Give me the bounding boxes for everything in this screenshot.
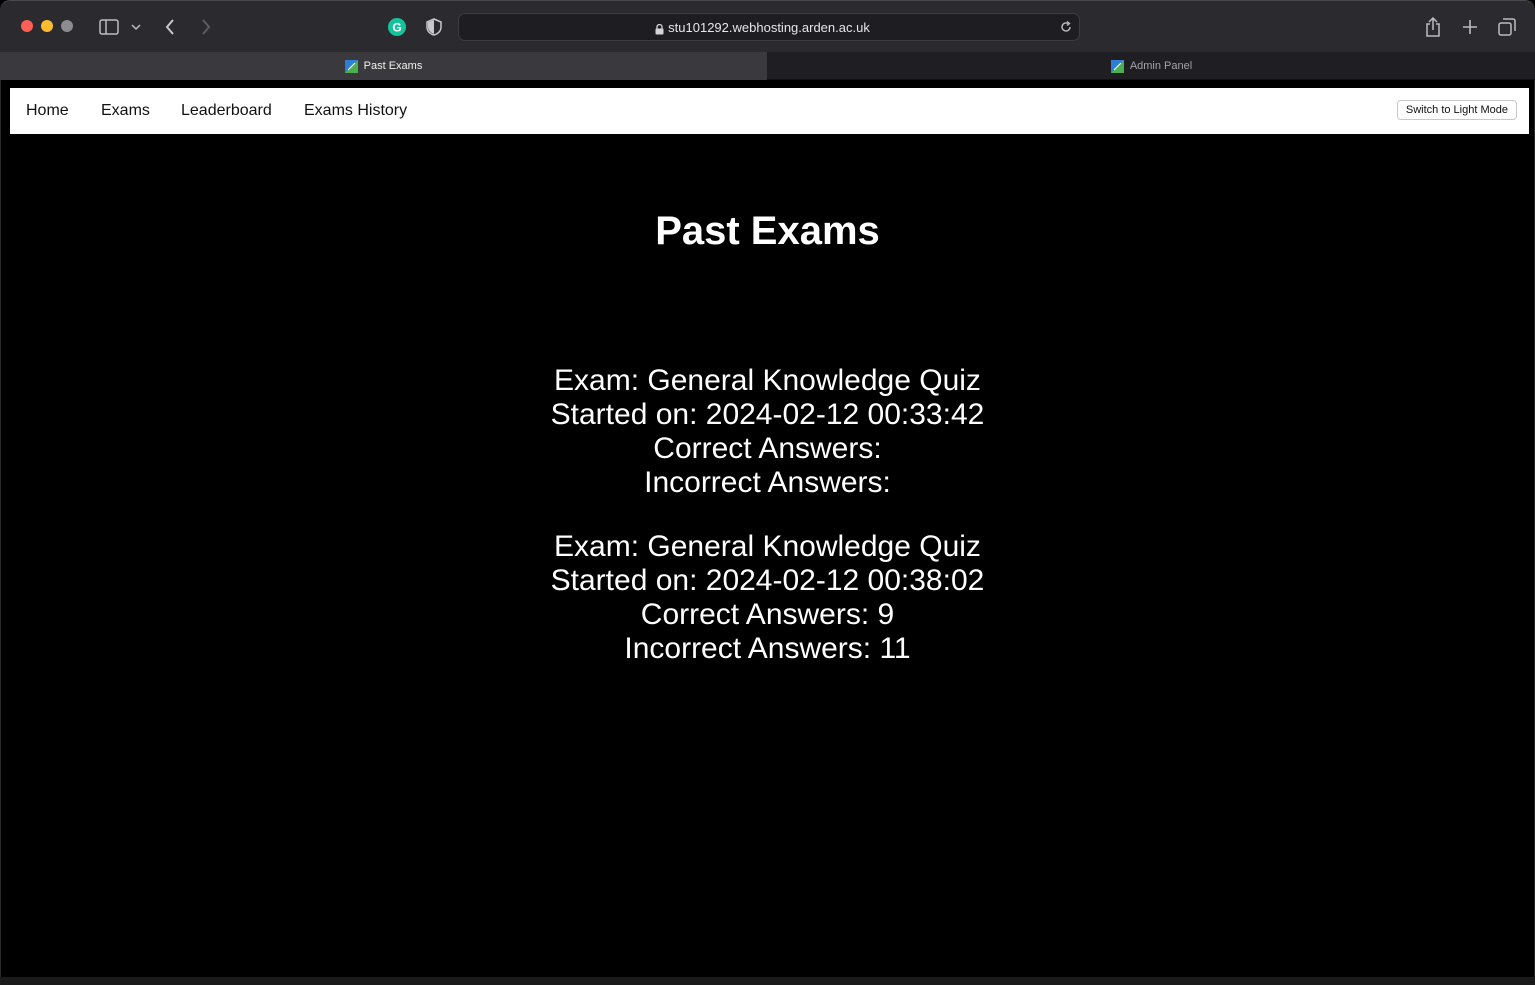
- page-content: Home Exams Leaderboard Exams History Swi…: [0, 80, 1535, 977]
- nav-exams-link[interactable]: Exams: [101, 102, 150, 120]
- browser-toolbar: G stu101292.webhosting.arden.ac.uk: [0, 0, 1535, 52]
- url-text: stu101292.webhosting.arden.ac.uk: [668, 20, 870, 35]
- minimize-window-button[interactable]: [41, 20, 53, 32]
- close-window-button[interactable]: [21, 20, 33, 32]
- site-navbar: Home Exams Leaderboard Exams History Swi…: [10, 88, 1529, 134]
- nav-leaderboard-link[interactable]: Leaderboard: [181, 102, 272, 120]
- light-mode-toggle-button[interactable]: Switch to Light Mode: [1396, 100, 1517, 120]
- tab-overview-icon[interactable]: [1496, 15, 1518, 39]
- tab-label: Past Exams: [363, 60, 423, 72]
- exam-start-time: Started on: 2024-02-12 00:38:02: [550, 564, 985, 597]
- back-icon[interactable]: [160, 15, 180, 39]
- window-bottom-edge: [0, 977, 1535, 985]
- forward-icon[interactable]: [196, 15, 216, 39]
- page-title: Past Exams: [655, 209, 880, 253]
- exam-record: Exam: General Knowledge Quiz Started on:…: [1, 364, 1534, 500]
- exam-name: Exam: General Knowledge Quiz: [554, 364, 981, 397]
- nav-home-link[interactable]: Home: [26, 102, 69, 120]
- share-icon[interactable]: [1422, 15, 1444, 39]
- nav-exams-history-link[interactable]: Exams History: [304, 102, 407, 120]
- site-favicon-icon: [344, 59, 358, 73]
- grammarly-icon[interactable]: G: [386, 15, 408, 39]
- exam-incorrect-answers: Incorrect Answers: 11: [624, 632, 911, 665]
- exam-start-time: Started on: 2024-02-12 00:33:42: [550, 398, 985, 431]
- tab-admin-panel[interactable]: Admin Panel: [768, 52, 1535, 80]
- site-favicon-icon: [1110, 59, 1124, 73]
- sidebar-icon[interactable]: [98, 15, 120, 39]
- chevron-down-icon[interactable]: [130, 15, 142, 39]
- tab-past-exams[interactable]: Past Exams: [0, 52, 767, 80]
- tab-label: Admin Panel: [1129, 60, 1193, 72]
- exam-correct-answers: Correct Answers:: [653, 432, 882, 465]
- tab-bar: Past Exams Admin Panel: [0, 52, 1535, 80]
- exam-record: Exam: General Knowledge Quiz Started on:…: [1, 530, 1534, 666]
- svg-text:G: G: [392, 21, 401, 35]
- exam-name: Exam: General Knowledge Quiz: [554, 530, 981, 563]
- privacy-shield-icon[interactable]: [424, 15, 444, 39]
- zoom-window-button[interactable]: [61, 20, 73, 32]
- exam-correct-answers: Correct Answers: 9: [640, 598, 895, 631]
- exam-incorrect-answers: Incorrect Answers:: [644, 466, 891, 499]
- new-tab-icon[interactable]: [1459, 15, 1481, 39]
- reload-icon[interactable]: [1059, 20, 1073, 39]
- address-bar[interactable]: stu101292.webhosting.arden.ac.uk: [458, 13, 1080, 41]
